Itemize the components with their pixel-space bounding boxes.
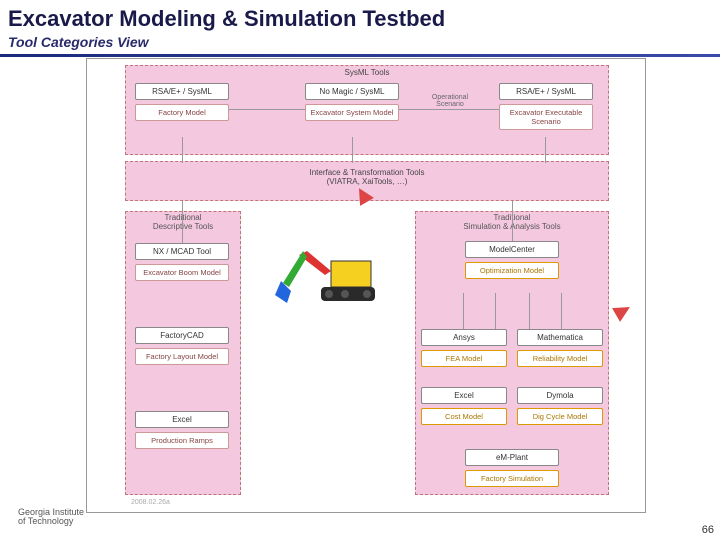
connector: [495, 293, 496, 329]
box-emplant-head: eM-Plant: [465, 449, 559, 466]
box-excel-ramps: Excel Production Ramps: [135, 411, 229, 449]
box-dymola-head: Dymola: [517, 387, 603, 404]
box-emplant-sub: Factory Simulation: [465, 470, 559, 487]
label-descriptive: Traditional Descriptive Tools: [131, 213, 235, 231]
connector: [463, 293, 464, 329]
diagram-canvas: SysML Tools Interface & Transformation T…: [86, 58, 646, 513]
excavator-illustration: [273, 241, 383, 315]
box-rsa2-sub: Excavator Executable Scenario: [499, 104, 593, 130]
box-ansys: Ansys FEA Model: [421, 329, 507, 367]
connector: [399, 109, 499, 110]
box-nx-sub: Excavator Boom Model: [135, 264, 229, 281]
box-rsa1-head: RSA/E+ / SysML: [135, 83, 229, 100]
box-rsa1: RSA/E+ / SysML Factory Model: [135, 83, 229, 121]
box-factorycad: FactoryCAD Factory Layout Model: [135, 327, 229, 365]
box-mathematica: Mathematica Reliability Model: [517, 329, 603, 367]
box-rsa2-head: RSA/E+ / SysML: [499, 83, 593, 100]
page-title: Excavator Modeling & Simulation Testbed: [0, 0, 720, 34]
box-modelcenter: ModelCenter Optimization Model: [465, 241, 559, 279]
box-excel-ramps-head: Excel: [135, 411, 229, 428]
box-mathematica-sub: Reliability Model: [517, 350, 603, 367]
footer-logo: Georgia Institute of Technology: [18, 508, 84, 526]
region-sysml-title: SysML Tools: [126, 68, 608, 77]
box-rsa2: RSA/E+ / SysML Excavator Executable Scen…: [499, 83, 593, 130]
connector: [512, 201, 513, 241]
connector: [182, 201, 183, 243]
box-dymola-sub: Dig Cycle Model: [517, 408, 603, 425]
box-dymola: Dymola Dig Cycle Model: [517, 387, 603, 425]
box-nx-head: NX / MCAD Tool: [135, 243, 229, 260]
connector: [529, 293, 530, 329]
box-modelcenter-sub: Optimization Model: [465, 262, 559, 279]
box-ansys-head: Ansys: [421, 329, 507, 346]
connector: [182, 137, 183, 163]
box-mathematica-head: Mathematica: [517, 329, 603, 346]
page-number: 66: [702, 524, 714, 536]
box-modelcenter-head: ModelCenter: [465, 241, 559, 258]
box-factorycad-sub: Factory Layout Model: [135, 348, 229, 365]
box-excel-ramps-sub: Production Ramps: [135, 432, 229, 449]
arrow-red-icon: [612, 300, 634, 322]
box-ansys-sub: FEA Model: [421, 350, 507, 367]
box-excel-cost-sub: Cost Model: [421, 408, 507, 425]
connector: [561, 293, 562, 329]
box-nomagic-sub: Excavator System Model: [305, 104, 399, 121]
watermark: 2008.02.26a: [131, 499, 170, 506]
label-scenario: Operational Scenario: [425, 94, 475, 108]
box-nomagic: No Magic / SysML Excavator System Model: [305, 83, 399, 121]
connector: [352, 137, 353, 163]
page-subtitle: Tool Categories View: [0, 34, 720, 57]
box-rsa1-sub: Factory Model: [135, 104, 229, 121]
connector: [545, 137, 546, 163]
box-factorycad-head: FactoryCAD: [135, 327, 229, 344]
box-excel-cost-head: Excel: [421, 387, 507, 404]
box-excel-cost: Excel Cost Model: [421, 387, 507, 425]
region-interface-title: Interface & Transformation Tools (VIATRA…: [126, 168, 608, 186]
box-nx: NX / MCAD Tool Excavator Boom Model: [135, 243, 229, 281]
connector: [229, 109, 305, 110]
footer-logo-bottom: of Technology: [18, 517, 84, 526]
box-emplant: eM-Plant Factory Simulation: [465, 449, 559, 487]
box-nomagic-head: No Magic / SysML: [305, 83, 399, 100]
